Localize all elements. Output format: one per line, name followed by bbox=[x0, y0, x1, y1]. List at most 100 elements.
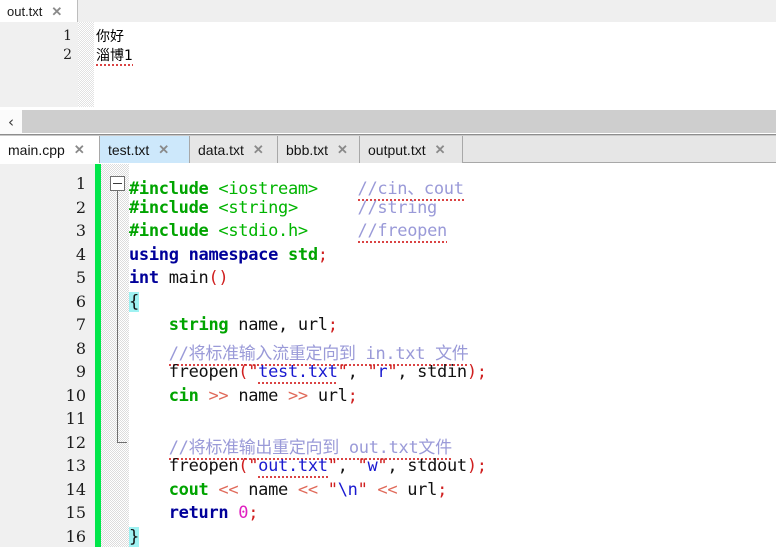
code-line: //将标准输出重定向到 out.txt文件 bbox=[129, 433, 452, 462]
code-token: #include bbox=[129, 179, 219, 199]
line-number: 10 bbox=[65, 385, 86, 405]
code-token: , bbox=[347, 362, 368, 382]
code-token: \n bbox=[337, 479, 358, 500]
code-line: //将标准输入流重定向到 in.txt 文件 bbox=[129, 339, 469, 368]
line-number: 9 bbox=[75, 362, 86, 381]
code-text-area[interactable]: #include <iostream> //cin、cout #include <… bbox=[129, 164, 776, 547]
code-token: ; bbox=[476, 362, 487, 382]
line-number: 8 bbox=[75, 338, 86, 358]
code-token: name bbox=[238, 385, 279, 406]
line-number: 1 bbox=[75, 174, 86, 193]
fold-range-end bbox=[117, 442, 127, 443]
line-number: 12 bbox=[65, 432, 86, 452]
line-number: 11 bbox=[65, 409, 86, 428]
code-token: string bbox=[168, 315, 229, 335]
code-token: , stdin bbox=[397, 362, 467, 382]
code-line: freopen("test.txt", "r", stdin); bbox=[129, 362, 487, 386]
code-token: << bbox=[367, 479, 408, 500]
line-number-gutter: 1 2 3 4 5 6 7 8 9 10 11 12 13 14 15 16 bbox=[0, 164, 95, 547]
code-token: freopen bbox=[129, 362, 239, 382]
code-token: " bbox=[357, 456, 368, 476]
code-token: () bbox=[208, 268, 229, 288]
code-folding-column[interactable] bbox=[101, 164, 129, 547]
line-number: 4 bbox=[75, 244, 86, 264]
output-text-line: 淄博1 bbox=[96, 45, 133, 68]
code-token: " bbox=[357, 479, 368, 500]
code-token: return bbox=[168, 503, 239, 523]
code-token: r bbox=[377, 362, 388, 382]
code-token: << bbox=[208, 479, 249, 500]
file-tab-data-txt[interactable]: data.txt ✕ bbox=[190, 136, 278, 163]
output-text-area[interactable]: 你好 淄博1 bbox=[96, 22, 776, 107]
horizontal-scrollbar[interactable] bbox=[22, 110, 776, 133]
code-token: ; bbox=[347, 385, 358, 406]
file-tab-output-txt[interactable]: output.txt ✕ bbox=[360, 136, 463, 163]
fold-collapse-icon[interactable] bbox=[110, 176, 125, 191]
code-line: cin >> name >> url; bbox=[129, 386, 358, 406]
code-token: ) bbox=[466, 362, 477, 382]
line-number: 2 bbox=[75, 197, 86, 217]
code-token: std bbox=[287, 244, 318, 265]
file-tab-main-cpp[interactable]: main.cpp ✕ bbox=[0, 136, 100, 163]
code-token: } bbox=[129, 526, 139, 547]
code-token: //string bbox=[357, 197, 438, 218]
code-token: using namespace bbox=[129, 244, 288, 265]
output-tab-out-txt[interactable]: out.txt ✕ bbox=[0, 0, 78, 22]
nav-previous-button[interactable]: ‹ bbox=[0, 110, 22, 134]
code-line: #include <iostream> //cin、cout bbox=[129, 174, 464, 203]
code-line: #include <string> //string bbox=[129, 198, 437, 218]
code-token: name, url bbox=[228, 315, 328, 335]
code-token: out.txt bbox=[258, 456, 328, 480]
code-line: return 0; bbox=[129, 503, 259, 523]
output-panel-body: 12 你好 淄博1 bbox=[0, 22, 776, 107]
output-line-number: 1 bbox=[63, 28, 72, 44]
code-token: , stdout bbox=[387, 456, 467, 476]
code-token: >> bbox=[198, 385, 239, 406]
file-tab-bbb-txt[interactable]: bbb.txt ✕ bbox=[278, 136, 360, 163]
line-number: 14 bbox=[65, 479, 86, 499]
fold-range-line bbox=[117, 191, 118, 443]
output-tab-label: out.txt bbox=[7, 3, 43, 19]
output-panel-tabbar: out.txt ✕ bbox=[0, 0, 776, 23]
line-number: 13 bbox=[65, 456, 86, 475]
code-token: freopen bbox=[129, 456, 239, 476]
code-token: " bbox=[327, 456, 338, 476]
code-token: cin bbox=[168, 385, 199, 406]
close-icon[interactable]: ✕ bbox=[158, 143, 169, 156]
code-token: " bbox=[367, 362, 378, 382]
code-token: main bbox=[168, 268, 209, 288]
code-line: using namespace std; bbox=[129, 245, 328, 265]
line-number: 5 bbox=[75, 268, 86, 287]
code-token: << bbox=[288, 479, 328, 500]
line-number: 16 bbox=[65, 526, 86, 546]
close-icon[interactable]: ✕ bbox=[51, 5, 62, 18]
code-editor[interactable]: 1 2 3 4 5 6 7 8 9 10 11 12 13 14 15 16 #include <iostre… bbox=[0, 164, 776, 547]
code-token: { bbox=[129, 291, 139, 312]
file-tab-label: main.cpp bbox=[8, 141, 65, 158]
code-token: " bbox=[377, 456, 388, 476]
close-icon[interactable]: ✕ bbox=[337, 143, 348, 156]
file-tab-label: bbb.txt bbox=[286, 141, 329, 158]
code-token: test.txt bbox=[258, 362, 338, 386]
file-tab-label: test.txt bbox=[108, 141, 150, 158]
close-icon[interactable]: ✕ bbox=[435, 143, 446, 156]
close-icon[interactable]: ✕ bbox=[253, 143, 264, 156]
code-token: " bbox=[337, 362, 348, 382]
file-tab-test-txt[interactable]: test.txt ✕ bbox=[100, 136, 190, 163]
code-token: ; bbox=[317, 244, 328, 265]
code-token: ) bbox=[466, 456, 477, 476]
line-number: 3 bbox=[75, 221, 86, 240]
output-line-number-gutter: 12 bbox=[0, 22, 79, 107]
code-token: url bbox=[317, 385, 348, 406]
code-token: ; bbox=[248, 503, 259, 523]
code-token: <stdio.h> bbox=[218, 221, 308, 241]
code-token: ; bbox=[327, 315, 338, 335]
output-fold-column bbox=[78, 22, 94, 107]
close-icon[interactable]: ✕ bbox=[74, 143, 85, 156]
chevron-left-icon: ‹ bbox=[8, 112, 14, 131]
